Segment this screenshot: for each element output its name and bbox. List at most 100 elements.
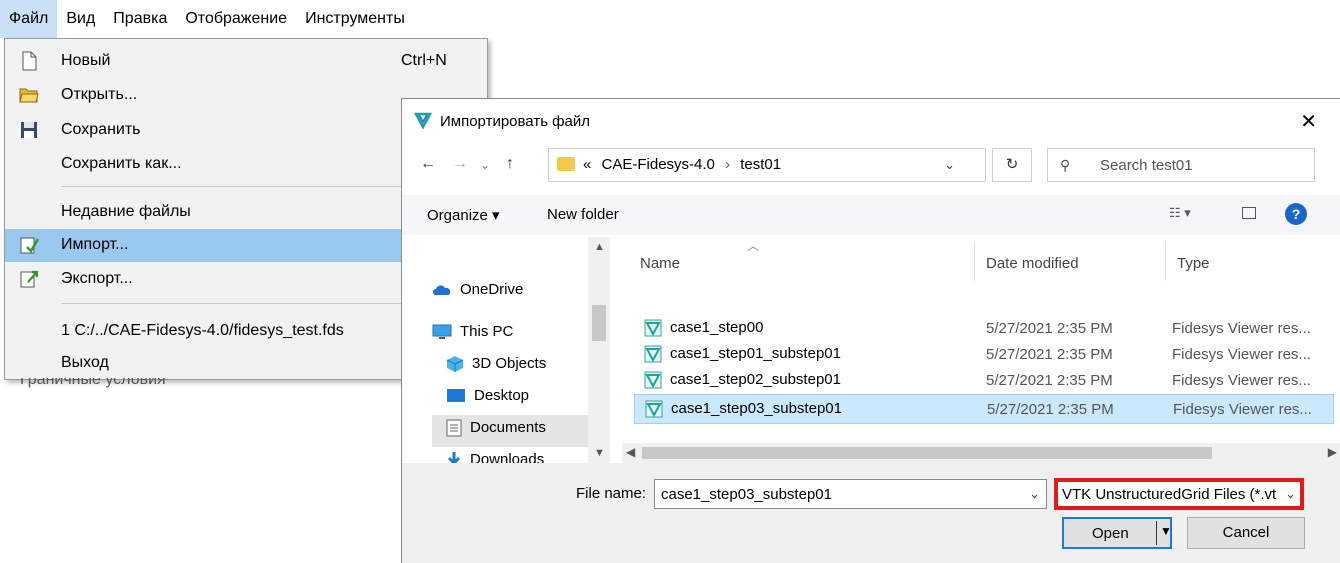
address-dropdown-chevron-icon[interactable]: ⌄ [944,157,955,173]
open-button[interactable]: Open ▼ [1062,517,1172,549]
menu-file[interactable]: Файл [0,0,58,38]
breadcrumb-overflow[interactable]: « [583,156,591,173]
folder-icon [557,157,575,171]
file-type: Fidesys Viewer res... [1173,401,1312,418]
navigation-bar: ← → ⌄ ↑ « CAE-Fidesys-4.0 › test01 ⌄ ↻ ⚲… [402,145,1340,185]
column-header-type[interactable]: Type [1177,255,1210,272]
scroll-left-arrow-icon[interactable]: ◀ [626,445,635,459]
up-arrow-icon[interactable]: ↑ [506,155,514,173]
search-placeholder: Search test01 [1100,157,1193,174]
back-arrow-icon[interactable]: ← [420,155,436,173]
nav-item-desktop[interactable]: Desktop [446,387,529,404]
column-divider[interactable] [974,241,975,281]
search-input[interactable]: ⚲ Search test01 [1047,148,1315,182]
cube-icon [446,356,464,373]
forward-arrow-icon[interactable]: → [452,155,468,173]
file-type-select[interactable]: VTK UnstructuredGrid Files (*.vt ⌄ [1054,478,1304,510]
cancel-button[interactable]: Cancel [1187,517,1305,549]
app-logo-icon [414,112,432,129]
nav-item-this-pc[interactable]: This PC [432,323,513,340]
nav-item-3d-objects-label: 3D Objects [472,355,547,372]
scrollbar-thumb[interactable] [592,305,606,341]
file-type-value: VTK UnstructuredGrid Files (*.vt [1062,486,1277,503]
column-divider[interactable] [1165,241,1166,281]
file-row[interactable]: case1_step00 5/27/2021 2:35 PM Fidesys V… [634,316,1334,341]
column-header-name[interactable]: Name [640,255,680,272]
nav-item-onedrive[interactable]: OneDrive [432,281,523,298]
menu-item-export-label: Экспорт... [61,270,133,287]
file-type: Fidesys Viewer res... [1172,372,1311,389]
navigation-pane-scrollbar[interactable]: ▲ ▼ [588,237,610,465]
dialog-titlebar: Импортировать файл ✕ [402,99,1340,143]
nav-item-this-pc-label: This PC [460,323,514,340]
scroll-up-arrow-icon[interactable]: ▲ [594,241,605,253]
menu-item-import-label: Импорт... [61,236,129,253]
menu-item-exit-label: Выход [61,354,109,371]
menu-tools[interactable]: Инструменты [296,0,414,38]
computer-icon [432,324,452,340]
cloud-icon [433,285,451,296]
file-name: case1_step02_substep01 [670,371,841,388]
sort-ascending-icon: ︿ [747,239,760,253]
desktop-icon [447,389,465,403]
menu-item-new-label: Новый [61,52,111,69]
menu-item-save-as-label: Сохранить как... [61,155,182,172]
file-row[interactable]: case1_step01_substep01 5/27/2021 2:35 PM… [634,342,1334,367]
menu-item-open-label: Открыть... [61,86,138,103]
nav-item-3d-objects[interactable]: 3D Objects [446,355,546,373]
breadcrumb-test01[interactable]: test01 [740,156,781,173]
menu-display[interactable]: Отображение [176,0,296,38]
file-date: 5/27/2021 2:35 PM [986,372,1113,389]
recent-locations-chevron-icon[interactable]: ⌄ [480,158,490,172]
documents-icon [446,419,462,437]
fidesys-file-icon [644,371,662,389]
help-icon[interactable]: ? [1285,203,1307,225]
scroll-right-arrow-icon[interactable]: ▶ [1328,445,1337,459]
file-date: 5/27/2021 2:35 PM [986,320,1113,337]
refresh-icon[interactable]: ↻ [992,148,1032,182]
column-header-date-modified[interactable]: Date modified [986,255,1079,272]
split-button-divider [1156,521,1157,545]
file-name: case1_step00 [670,319,764,336]
nav-item-documents[interactable]: Documents [432,415,588,447]
file-date: 5/27/2021 2:35 PM [987,401,1114,418]
new-folder-button[interactable]: New folder [547,206,619,223]
file-list: ︿ Name Date modified Type case1_step00 5… [622,237,1340,447]
file-type: Fidesys Viewer res... [1172,346,1311,363]
file-type: Fidesys Viewer res... [1172,320,1311,337]
file-name-label: File name: [576,485,647,502]
scroll-down-arrow-icon[interactable]: ▼ [594,447,605,459]
behind-window-text: Граничные условия [20,378,166,388]
file-type-chevron-icon: ⌄ [1285,486,1296,501]
import-icon [20,237,39,254]
new-file-icon [22,51,37,71]
preview-pane-icon[interactable] [1242,207,1256,219]
export-icon [20,270,39,288]
import-file-dialog: Импортировать файл ✕ ← → ⌄ ↑ « CAE-Fides… [401,98,1340,563]
open-button-label: Open [1092,525,1129,542]
menu-edit[interactable]: Правка [104,0,176,38]
file-list-horizontal-scrollbar[interactable]: ◀ ▶ [622,443,1340,463]
file-date: 5/27/2021 2:35 PM [986,346,1113,363]
menu-item-recent-label: Недавние файлы [61,203,191,220]
address-bar[interactable]: « CAE-Fidesys-4.0 › test01 ⌄ [548,148,986,182]
menu-view[interactable]: Вид [57,0,104,38]
file-row-selected[interactable]: case1_step03_substep01 5/27/2021 2:35 PM… [634,394,1334,424]
menu-item-save-label: Сохранить [61,121,141,138]
organize-button[interactable]: Organize ▾ [427,206,500,224]
fidesys-file-icon [645,400,663,418]
file-name-dropdown-chevron-icon[interactable]: ⌄ [1029,486,1040,502]
breadcrumb-cae-fidesys[interactable]: CAE-Fidesys-4.0 [602,156,715,173]
file-row[interactable]: case1_step02_substep01 5/27/2021 2:35 PM… [634,368,1334,393]
open-options-chevron-icon[interactable]: ▼ [1160,524,1172,538]
scrollbar-thumb[interactable] [642,447,1212,459]
view-options-icon[interactable]: ☷ ▾ [1169,205,1191,221]
fidesys-file-icon [644,319,662,337]
breadcrumb: « CAE-Fidesys-4.0 › test01 [583,156,781,173]
close-icon[interactable]: ✕ [1300,109,1317,134]
dialog-footer: File name: case1_step03_substep01 ⌄ VTK … [402,463,1340,563]
file-name: case1_step03_substep01 [671,400,842,417]
navigation-pane: OneDrive This PC 3D Objects Desktop Docu… [402,237,612,465]
file-name-field[interactable]: case1_step03_substep01 ⌄ [654,479,1047,509]
menu-item-new[interactable]: Новый Ctrl+N [5,45,487,78]
